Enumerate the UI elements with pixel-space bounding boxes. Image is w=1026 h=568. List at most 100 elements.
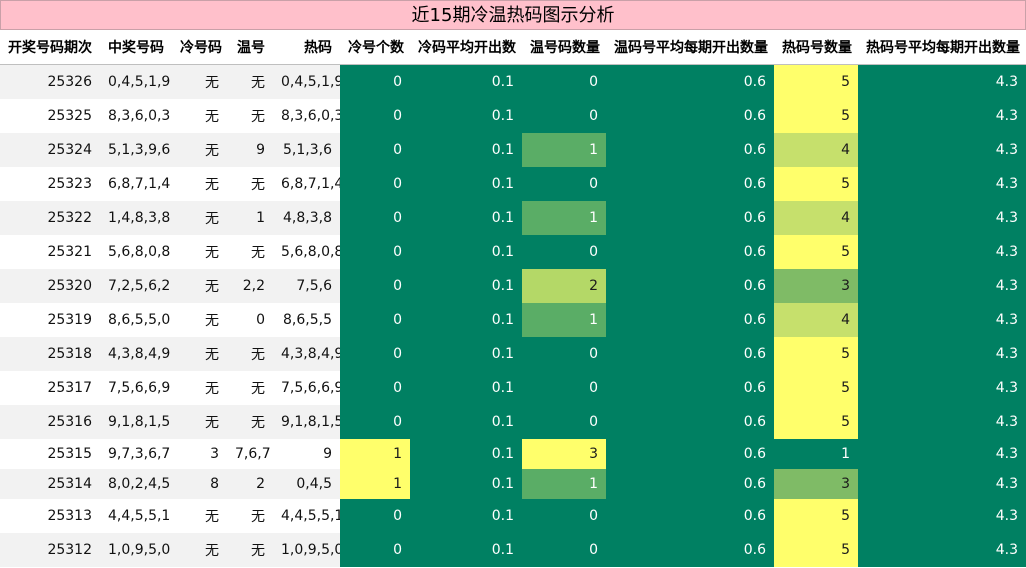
hot-avg-cell[interactable]: 4.3 xyxy=(858,532,1026,567)
cold-avg-cell[interactable]: 0.1 xyxy=(410,468,522,499)
hot-cell[interactable]: 0,4,5,1,9 xyxy=(273,64,340,99)
period-cell[interactable]: 25313 xyxy=(0,498,100,533)
winning-cell[interactable]: 6,8,7,1,4 xyxy=(100,166,172,201)
hot-cell[interactable]: 8,6,5,5 xyxy=(273,302,340,337)
hot-avg-cell[interactable]: 4.3 xyxy=(858,336,1026,371)
warm-cell[interactable]: 9 xyxy=(227,132,273,167)
cold-count-cell[interactable]: 0 xyxy=(340,370,410,405)
period-cell[interactable]: 25322 xyxy=(0,200,100,235)
cold-cell[interactable]: 3 xyxy=(172,438,227,469)
hot-cell[interactable]: 9 xyxy=(273,438,340,469)
hot-avg-cell[interactable]: 4.3 xyxy=(858,468,1026,499)
col-header-cold[interactable]: 冷号码 xyxy=(172,30,227,65)
warm-avg-cell[interactable]: 0.6 xyxy=(606,438,774,469)
warm-count-cell[interactable]: 0 xyxy=(522,404,606,439)
col-header-winning[interactable]: 中奖号码 xyxy=(100,30,172,65)
period-cell[interactable]: 25314 xyxy=(0,468,100,499)
cold-count-cell[interactable]: 0 xyxy=(340,336,410,371)
cold-cell[interactable]: 无 xyxy=(172,532,227,567)
cold-count-cell[interactable]: 0 xyxy=(340,132,410,167)
winning-cell[interactable]: 4,3,8,4,9 xyxy=(100,336,172,371)
cold-cell[interactable]: 无 xyxy=(172,64,227,99)
winning-cell[interactable]: 0,4,5,1,9 xyxy=(100,64,172,99)
col-header-hot-count[interactable]: 热码号数量 xyxy=(774,30,858,65)
hot-count-cell[interactable]: 5 xyxy=(774,336,858,371)
hot-count-cell[interactable]: 4 xyxy=(774,200,858,235)
period-cell[interactable]: 25323 xyxy=(0,166,100,201)
hot-avg-cell[interactable]: 4.3 xyxy=(858,268,1026,303)
hot-count-cell[interactable]: 5 xyxy=(774,98,858,133)
cold-cell[interactable]: 无 xyxy=(172,302,227,337)
warm-cell[interactable]: 7,6,7 xyxy=(227,438,273,469)
warm-cell[interactable]: 无 xyxy=(227,370,273,405)
warm-avg-cell[interactable]: 0.6 xyxy=(606,268,774,303)
period-cell[interactable]: 25319 xyxy=(0,302,100,337)
warm-avg-cell[interactable]: 0.6 xyxy=(606,336,774,371)
cold-avg-cell[interactable]: 0.1 xyxy=(410,438,522,469)
winning-cell[interactable]: 1,4,8,3,8 xyxy=(100,200,172,235)
cold-count-cell[interactable]: 0 xyxy=(340,234,410,269)
winning-cell[interactable]: 8,3,6,0,3 xyxy=(100,98,172,133)
cold-avg-cell[interactable]: 0.1 xyxy=(410,404,522,439)
warm-count-cell[interactable]: 0 xyxy=(522,532,606,567)
hot-avg-cell[interactable]: 4.3 xyxy=(858,132,1026,167)
period-cell[interactable]: 25320 xyxy=(0,268,100,303)
winning-cell[interactable]: 7,2,5,6,2 xyxy=(100,268,172,303)
warm-cell[interactable]: 无 xyxy=(227,64,273,99)
hot-count-cell[interactable]: 3 xyxy=(774,268,858,303)
warm-count-cell[interactable]: 0 xyxy=(522,498,606,533)
warm-avg-cell[interactable]: 0.6 xyxy=(606,132,774,167)
hot-cell[interactable]: 5,6,8,0,8 xyxy=(273,234,340,269)
cold-avg-cell[interactable]: 0.1 xyxy=(410,268,522,303)
warm-cell[interactable]: 无 xyxy=(227,234,273,269)
cold-avg-cell[interactable]: 0.1 xyxy=(410,64,522,99)
warm-cell[interactable]: 1 xyxy=(227,200,273,235)
winning-cell[interactable]: 8,6,5,5,0 xyxy=(100,302,172,337)
cold-cell[interactable]: 无 xyxy=(172,498,227,533)
col-header-cold-avg[interactable]: 冷码平均开出数 xyxy=(410,30,522,65)
period-cell[interactable]: 25316 xyxy=(0,404,100,439)
warm-count-cell[interactable]: 0 xyxy=(522,370,606,405)
warm-cell[interactable]: 无 xyxy=(227,532,273,567)
warm-count-cell[interactable]: 0 xyxy=(522,234,606,269)
warm-avg-cell[interactable]: 0.6 xyxy=(606,498,774,533)
hot-count-cell[interactable]: 5 xyxy=(774,64,858,99)
cold-count-cell[interactable]: 0 xyxy=(340,498,410,533)
winning-cell[interactable]: 4,4,5,5,1 xyxy=(100,498,172,533)
cold-count-cell[interactable]: 0 xyxy=(340,64,410,99)
warm-count-cell[interactable]: 0 xyxy=(522,166,606,201)
warm-count-cell[interactable]: 0 xyxy=(522,336,606,371)
cold-count-cell[interactable]: 0 xyxy=(340,200,410,235)
cold-cell[interactable]: 无 xyxy=(172,404,227,439)
winning-cell[interactable]: 5,1,3,9,6 xyxy=(100,132,172,167)
hot-count-cell[interactable]: 5 xyxy=(774,370,858,405)
cold-cell[interactable]: 无 xyxy=(172,200,227,235)
warm-count-cell[interactable]: 1 xyxy=(522,132,606,167)
hot-avg-cell[interactable]: 4.3 xyxy=(858,234,1026,269)
warm-cell[interactable]: 无 xyxy=(227,404,273,439)
cold-count-cell[interactable]: 0 xyxy=(340,404,410,439)
winning-cell[interactable]: 8,0,2,4,5 xyxy=(100,468,172,499)
warm-avg-cell[interactable]: 0.6 xyxy=(606,404,774,439)
period-cell[interactable]: 25326 xyxy=(0,64,100,99)
warm-count-cell[interactable]: 1 xyxy=(522,468,606,499)
hot-cell[interactable]: 4,4,5,5,1 xyxy=(273,498,340,533)
winning-cell[interactable]: 5,6,8,0,8 xyxy=(100,234,172,269)
period-cell[interactable]: 25324 xyxy=(0,132,100,167)
hot-cell[interactable]: 5,1,3,6 xyxy=(273,132,340,167)
hot-count-cell[interactable]: 5 xyxy=(774,404,858,439)
hot-avg-cell[interactable]: 4.3 xyxy=(858,404,1026,439)
cold-avg-cell[interactable]: 0.1 xyxy=(410,98,522,133)
cold-avg-cell[interactable]: 0.1 xyxy=(410,336,522,371)
cold-cell[interactable]: 无 xyxy=(172,268,227,303)
hot-cell[interactable]: 4,8,3,8 xyxy=(273,200,340,235)
cold-count-cell[interactable]: 0 xyxy=(340,532,410,567)
warm-count-cell[interactable]: 0 xyxy=(522,64,606,99)
period-cell[interactable]: 25317 xyxy=(0,370,100,405)
winning-cell[interactable]: 7,5,6,6,9 xyxy=(100,370,172,405)
period-cell[interactable]: 25318 xyxy=(0,336,100,371)
hot-count-cell[interactable]: 4 xyxy=(774,132,858,167)
cold-avg-cell[interactable]: 0.1 xyxy=(410,132,522,167)
hot-cell[interactable]: 1,0,9,5,0 xyxy=(273,532,340,567)
cold-cell[interactable]: 无 xyxy=(172,336,227,371)
